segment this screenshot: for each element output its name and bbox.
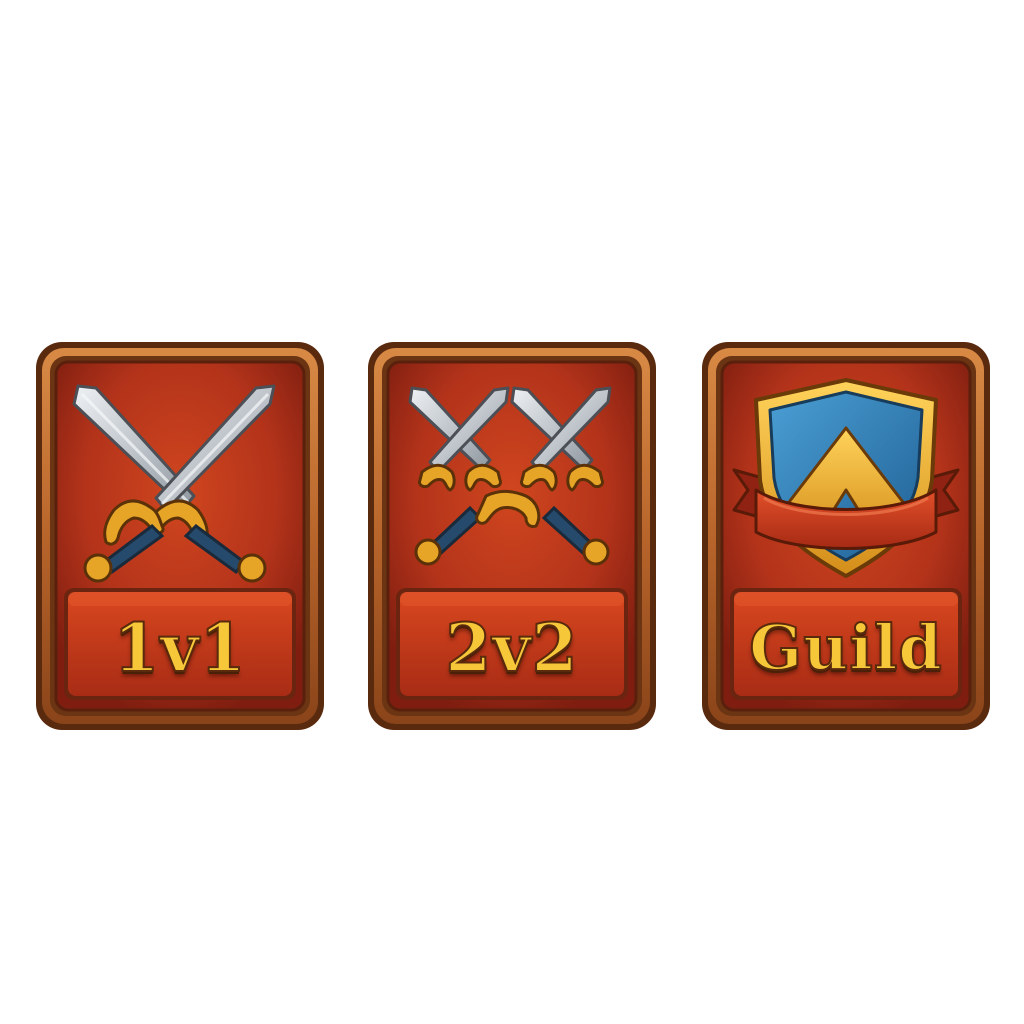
card-frame bbox=[702, 342, 990, 730]
mode-select-screen: 1v1 2v2 Guild bbox=[0, 0, 1024, 1024]
card-frame bbox=[368, 342, 656, 730]
mode-card-1v1[interactable]: 1v1 bbox=[34, 340, 326, 732]
mode-card-2v2[interactable]: 2v2 bbox=[366, 340, 658, 732]
mode-card-guild[interactable]: Guild bbox=[700, 340, 992, 732]
card-frame bbox=[36, 342, 324, 730]
